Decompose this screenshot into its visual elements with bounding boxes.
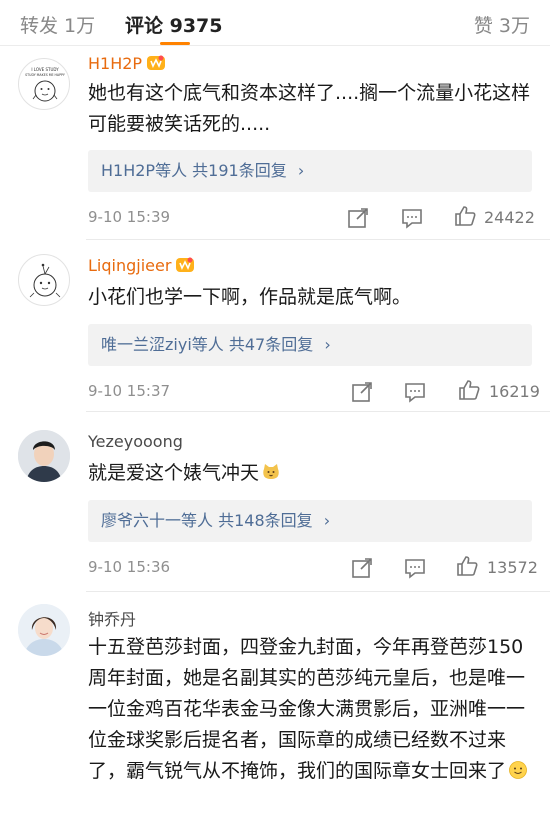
reply-total: 共148条回复: [218, 511, 313, 530]
chevron-right-icon: ›: [323, 511, 331, 530]
avatar[interactable]: [18, 430, 70, 482]
comment-item: Liqingjieer 小花们也学一下啊，作品就是底气啊。 唯一兰涩ziyi等人…: [0, 240, 550, 412]
tab-comments[interactable]: 评论 9375: [125, 11, 223, 38]
thumbs-up-icon[interactable]: [457, 378, 481, 402]
comment-time: 9-10 15:39: [88, 208, 171, 226]
chevron-right-icon: ›: [297, 161, 305, 180]
cat-face-emoji-icon: [263, 464, 279, 479]
avatar-text-line2: STUDY MAKES ME HAPPY: [25, 73, 65, 77]
reply-summary[interactable]: H1H2P等人 共191条回复 ›: [88, 150, 532, 192]
comment-text: 就是爱这个婊气冲天: [88, 458, 532, 489]
share-arrow-icon[interactable]: [350, 380, 374, 404]
comment-username[interactable]: 钟乔丹: [88, 606, 136, 630]
comment-username[interactable]: Yezeyooong: [88, 432, 183, 451]
comment-text: 她也有这个底气和资本这样了....搁一个流量小花这样可能要被笑话死的.....: [88, 82, 531, 135]
comment-time: 9-10 15:37: [88, 382, 171, 400]
share-arrow-icon[interactable]: [346, 206, 370, 230]
comment-item: Yezeyooong 就是爱这个婊气冲天 廖爷六十一等人 共148条回复 › 9…: [0, 412, 550, 592]
avatar[interactable]: [18, 604, 70, 656]
thumbs-up-icon[interactable]: [455, 554, 479, 578]
smile-emoji-icon: [509, 761, 527, 779]
thumbs-up-icon[interactable]: [453, 204, 477, 228]
comment-username[interactable]: Liqingjieer: [88, 256, 195, 275]
comment-text: 小花们也学一下啊，作品就是底气啊。: [88, 286, 412, 308]
comment-item: 钟乔丹 十五登芭莎封面，四登金九封面，今年再登芭莎150周年封面，她是名副其实的…: [0, 592, 550, 817]
share-arrow-icon[interactable]: [350, 556, 374, 580]
like-count: 24422: [484, 208, 535, 227]
tab-repost[interactable]: 转发 1万: [20, 11, 95, 38]
like-count: 16219: [489, 382, 540, 401]
comment-text: 十五登芭莎封面，四登金九封面，今年再登芭莎150周年封面，她是名副其实的芭莎纯元…: [88, 632, 532, 787]
chevron-right-icon: ›: [324, 335, 331, 354]
comment-item: I LOVE STUDY STUDY MAKES ME HAPPY H1H2P …: [0, 46, 550, 240]
reply-total: 共47条回复: [228, 335, 314, 354]
reply-total: 共191条回复: [192, 161, 287, 180]
vip-crown-icon: [147, 55, 166, 70]
reply-summary[interactable]: 唯一兰涩ziyi等人 共47条回复 ›: [88, 324, 532, 366]
avatar-text-line1: I LOVE STUDY: [31, 67, 59, 72]
vip-crown-icon: [176, 257, 195, 272]
reply-users: 唯一兰涩ziyi等人: [101, 335, 224, 354]
chat-bubble-icon[interactable]: [400, 206, 424, 230]
reply-users: H1H2P等人: [101, 161, 188, 180]
comment-time: 9-10 15:36: [88, 558, 171, 576]
chat-bubble-icon[interactable]: [403, 556, 427, 580]
comment-tabs: 转发 1万 评论 9375 赞 3万: [0, 0, 550, 46]
tab-likes[interactable]: 赞 3万: [474, 11, 530, 38]
avatar[interactable]: I LOVE STUDY STUDY MAKES ME HAPPY: [18, 58, 70, 110]
reply-summary[interactable]: 廖爷六十一等人 共148条回复 ›: [88, 500, 532, 542]
comment-username[interactable]: H1H2P: [88, 54, 166, 73]
active-tab-indicator: [160, 42, 190, 45]
avatar[interactable]: [18, 254, 70, 306]
reply-users: 廖爷六十一等人: [101, 511, 214, 530]
chat-bubble-icon[interactable]: [403, 380, 427, 404]
like-count: 13572: [487, 558, 538, 577]
